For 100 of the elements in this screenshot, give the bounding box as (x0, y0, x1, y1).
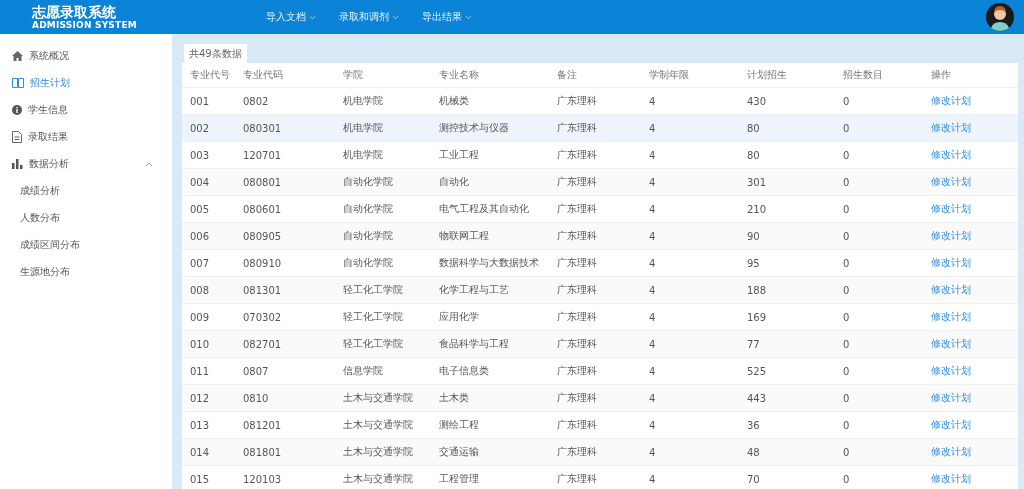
edit-plan-link[interactable]: 修改计划 (931, 419, 971, 430)
table-cell: 机电学院 (335, 87, 431, 115)
table-cell: 工程管理 (431, 465, 549, 489)
table-cell: 食品科学与工程 (431, 330, 549, 358)
table-cell: 机电学院 (335, 141, 431, 169)
submenu-item[interactable]: 生源地分布 (0, 258, 172, 285)
table-cell: 70 (739, 465, 835, 489)
table-cell: 120701 (235, 141, 335, 169)
table-row[interactable]: 013 081201 土木与交通学院 测绘工程 广东理科 4 36 0 修改计划 (182, 411, 1018, 439)
sidebar-item[interactable]: 招生计划 (0, 69, 172, 96)
avatar[interactable] (986, 3, 1014, 31)
table-row[interactable]: 007 080910 自动化学院 数据科学与大数据技术 广东理科 4 95 0 修改计划 (182, 249, 1018, 277)
table-cell: 4 (641, 438, 739, 466)
table-cell: 轻工化工学院 (335, 276, 431, 304)
table-row[interactable]: 006 080905 自动化学院 物联网工程 广东理科 4 90 0 修改计划 (182, 222, 1018, 250)
table-cell: 土木与交通学院 (335, 411, 431, 439)
table-cell: 430 (739, 87, 835, 115)
table-row[interactable]: 003 120701 机电学院 工业工程 广东理科 4 80 0 修改计划 (182, 141, 1018, 169)
table-cell: 443 (739, 384, 835, 412)
column-header: 计划招生 (739, 63, 835, 88)
table-cell: 机械类 (431, 87, 549, 115)
table-row[interactable]: 012 0810 土木与交通学院 土木类 广东理科 4 443 0 修改计划 (182, 384, 1018, 412)
edit-plan-link[interactable]: 修改计划 (931, 203, 971, 214)
table-row[interactable]: 001 0802 机电学院 机械类 广东理科 4 430 0 修改计划 (182, 87, 1018, 115)
table-cell: 0 (835, 168, 923, 196)
table-row[interactable]: 002 080301 机电学院 测控技术与仪器 广东理科 4 80 0 修改计划 (182, 114, 1018, 142)
table-cell: 4 (641, 249, 739, 277)
table-row[interactable]: 015 120103 土木与交通学院 工程管理 广东理科 4 70 0 修改计划 (182, 465, 1018, 489)
table-cell: 测绘工程 (431, 411, 549, 439)
table-cell: 002 (182, 114, 235, 142)
table-cell: 48 (739, 438, 835, 466)
table-cell: 广东理科 (549, 330, 641, 358)
edit-plan-link[interactable]: 修改计划 (931, 176, 971, 187)
table-cell: 广东理科 (549, 276, 641, 304)
table-cell: 008 (182, 276, 235, 304)
table-cell: 土木与交通学院 (335, 438, 431, 466)
edit-plan-link[interactable]: 修改计划 (931, 311, 971, 322)
table-cell: 自动化学院 (335, 222, 431, 250)
home-icon (12, 50, 23, 61)
table-cell: 物联网工程 (431, 222, 549, 250)
sidebar-item[interactable]: 数据分析 (0, 150, 172, 177)
table-cell: 广东理科 (549, 87, 641, 115)
bar-chart-icon (12, 158, 23, 169)
table-cell: 4 (641, 141, 739, 169)
table-cell: 4 (641, 114, 739, 142)
table-cell: 006 (182, 222, 235, 250)
edit-plan-link[interactable]: 修改计划 (931, 257, 971, 268)
menu-button[interactable]: 导入文档 (266, 10, 315, 24)
table-cell: 广东理科 (549, 438, 641, 466)
menu-button[interactable]: 录取和调剂 (339, 10, 398, 24)
table-row[interactable]: 011 0807 信息学院 电子信息类 广东理科 4 525 0 修改计划 (182, 357, 1018, 385)
table-row[interactable]: 008 081301 轻工化工学院 化学工程与工艺 广东理科 4 188 0 修改计划 (182, 276, 1018, 304)
table-cell: 自动化学院 (335, 195, 431, 223)
table-cell: 003 (182, 141, 235, 169)
book-icon (12, 77, 24, 88)
sidebar-item[interactable]: 系统概况 (0, 42, 172, 69)
edit-plan-link[interactable]: 修改计划 (931, 338, 971, 349)
caret-icon (393, 15, 398, 19)
table-row[interactable]: 004 080801 自动化学院 自动化 广东理科 4 301 0 修改计划 (182, 168, 1018, 196)
submenu-item[interactable]: 成绩区间分布 (0, 231, 172, 258)
table-cell: 信息学院 (335, 357, 431, 385)
table-cell: 0 (835, 141, 923, 169)
edit-plan-link[interactable]: 修改计划 (931, 473, 971, 484)
edit-plan-link[interactable]: 修改计划 (931, 446, 971, 457)
table-cell: 交通运输 (431, 438, 549, 466)
column-header: 操作 (923, 63, 1018, 88)
table-cell: 77 (739, 330, 835, 358)
table-cell: 011 (182, 357, 235, 385)
table-cell: 0 (835, 357, 923, 385)
table-cell: 4 (641, 465, 739, 489)
data-count-tab[interactable]: 共49条数据 (184, 44, 247, 63)
table-cell: 188 (739, 276, 835, 304)
table-row[interactable]: 014 081801 土木与交通学院 交通运输 广东理科 4 48 0 修改计划 (182, 438, 1018, 466)
submenu-item[interactable]: 成绩分析 (0, 177, 172, 204)
table-cell: 120103 (235, 465, 335, 489)
table-cell: 广东理科 (549, 168, 641, 196)
edit-plan-link[interactable]: 修改计划 (931, 392, 971, 403)
table-row[interactable]: 005 080601 自动化学院 电气工程及其自动化 广东理科 4 210 0 修改计划 (182, 195, 1018, 223)
menu-button[interactable]: 导出结果 (422, 10, 471, 24)
edit-plan-link[interactable]: 修改计划 (931, 95, 971, 106)
column-header: 学制年限 (641, 63, 739, 88)
table-cell: 4 (641, 87, 739, 115)
table-cell: 0810 (235, 384, 335, 412)
app-subtitle: ADMISSION SYSTEM (32, 19, 138, 31)
table-cell: 082701 (235, 330, 335, 358)
table-cell: 4 (641, 168, 739, 196)
edit-plan-link[interactable]: 修改计划 (931, 230, 971, 241)
table-cell: 080905 (235, 222, 335, 250)
edit-plan-link[interactable]: 修改计划 (931, 284, 971, 295)
submenu-item[interactable]: 人数分布 (0, 204, 172, 231)
sidebar-item[interactable]: 录取结果 (0, 123, 172, 150)
table-cell: 测控技术与仪器 (431, 114, 549, 142)
table-cell: 电子信息类 (431, 357, 549, 385)
table-cell: 4 (641, 411, 739, 439)
sidebar-item[interactable]: 学生信息 (0, 96, 172, 123)
table-row[interactable]: 009 070302 轻工化工学院 应用化学 广东理科 4 169 0 修改计划 (182, 303, 1018, 331)
table-cell: 0 (835, 330, 923, 358)
table-row[interactable]: 010 082701 轻工化工学院 食品科学与工程 广东理科 4 77 0 修改计划 (182, 330, 1018, 358)
edit-plan-link[interactable]: 修改计划 (931, 365, 971, 376)
edit-plan-link[interactable]: 修改计划 (931, 149, 971, 160)
